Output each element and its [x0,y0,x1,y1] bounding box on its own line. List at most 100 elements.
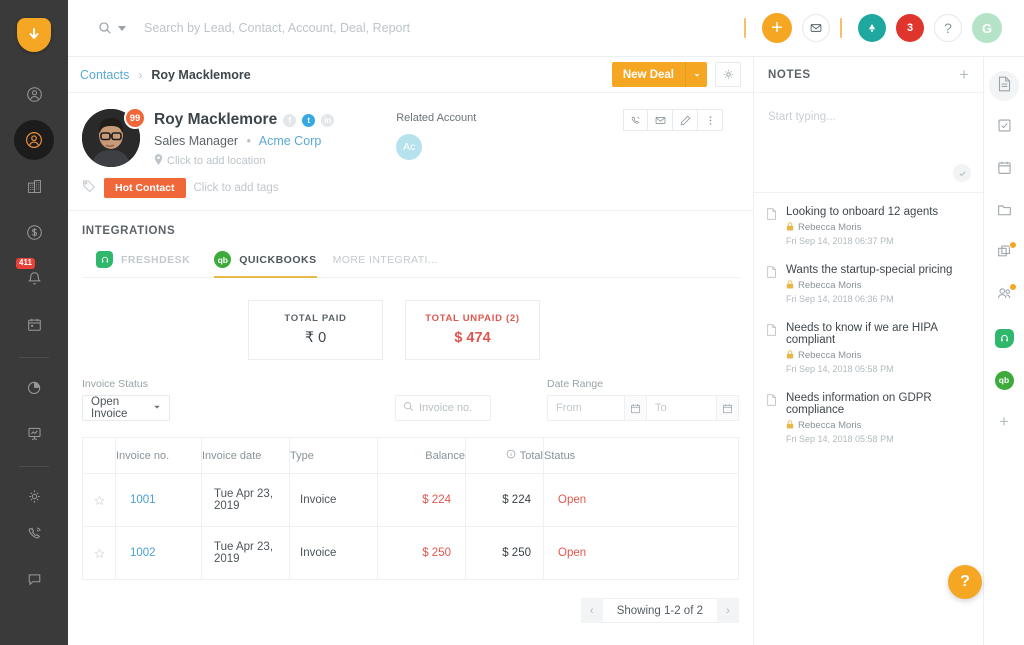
row-invoice-no[interactable]: 1001 [115,474,201,526]
contact-company[interactable]: Acme Corp [259,134,322,148]
call-button[interactable] [623,109,648,131]
edit-button[interactable] [673,109,698,131]
header-total-cell[interactable]: Total [465,438,543,473]
related-account-avatar[interactable]: Ac [396,134,423,160]
sidebar-item-deals[interactable] [14,212,54,252]
total-unpaid-card: TOTAL UNPAID (2) $ 474 [405,300,540,360]
facebook-icon[interactable]: f [283,113,297,127]
linkedin-icon[interactable]: in [321,113,335,127]
note-author: Rebecca Moris [798,222,862,233]
contact-detail-column: Contacts › Roy Macklemore New Deal 99 Ro… [68,57,754,645]
document-icon [997,76,1012,97]
list-item[interactable]: Wants the startup-special pricing Rebecc… [754,251,983,309]
tab-quickbooks[interactable]: qb QUICKBOOKS [206,251,332,278]
search-scope-chevron-down-icon[interactable] [118,25,126,31]
add-location-field[interactable]: Click to add location [154,154,334,168]
sidebar-item-settings[interactable] [14,476,54,516]
help-fab-button[interactable]: ? [948,565,982,599]
new-deal-chevron-down-icon[interactable] [685,62,707,87]
invoice-no-placeholder: Invoice no. [419,402,473,414]
header-type[interactable]: Type [289,438,377,473]
header-balance[interactable]: Balance [377,438,465,473]
add-note-button[interactable]: + [959,66,969,83]
more-button[interactable] [698,109,723,131]
checklist-icon [997,118,1012,138]
rail-item-notes[interactable] [989,71,1019,101]
help-button[interactable]: ? [934,14,962,42]
contact-avatar[interactable]: 99 [82,107,146,167]
rail-item-appointments[interactable] [989,155,1019,185]
row-invoice-no[interactable]: 1002 [115,527,201,579]
header-invoice-no[interactable]: Invoice no. [115,438,201,473]
sidebar-item-dashboard[interactable] [14,413,54,453]
search-input[interactable] [144,21,604,35]
save-note-check-icon[interactable] [953,164,971,182]
sidebar-item-phone[interactable] [14,513,54,553]
date-from-input[interactable]: From [547,395,625,421]
total-unpaid-label: TOTAL UNPAID (2) [425,313,520,324]
new-deal-button[interactable]: New Deal [611,62,685,87]
mail-button[interactable] [802,14,830,42]
contact-info: Roy Macklemore f t in Sales Manager • Ac… [154,109,335,168]
date-from-calendar-icon[interactable] [625,395,647,421]
sidebar-item-chat[interactable] [14,559,54,599]
date-to-calendar-icon[interactable] [717,395,739,421]
rail-item-tasks[interactable] [989,113,1019,143]
note-time: Fri Sep 14, 2018 05:58 PM [786,364,894,374]
rail-item-files[interactable] [989,197,1019,227]
lock-icon [786,420,794,431]
header-status[interactable]: Status [543,438,633,473]
top-divider [744,18,746,38]
more-integrations-link[interactable]: MORE INTEGRATI... [333,254,438,275]
rail-item-deals[interactable] [989,239,1019,269]
invoice-status-select[interactable]: Open Invoice [82,395,170,421]
tab-freshdesk[interactable]: FRESHDESK [82,251,206,277]
list-item[interactable]: Looking to onboard 12 agents Rebecca Mor… [754,193,983,251]
breadcrumb-parent[interactable]: Contacts [80,68,129,82]
pagination-next[interactable]: › [717,598,739,623]
twitter-icon[interactable]: t [302,113,316,127]
sidebar-item-leads[interactable] [14,120,54,160]
pagination: ‹ Showing 1-2 of 2 › [68,580,753,623]
filters-row: Invoice Status Open Invoice Invoice no. … [68,360,753,421]
page-title: Roy Macklemore [151,67,251,82]
teal-app-button[interactable] [858,14,886,42]
date-to-input[interactable]: To [647,395,717,421]
crm-app: 411 Search by Lead, Contact, Account, De… [0,0,1024,645]
app-logo[interactable] [17,18,51,52]
row-star-icon[interactable] [83,474,115,526]
sidebar-item-reports[interactable] [14,367,54,407]
add-button[interactable]: + [762,13,792,43]
sidebar-item-contacts-outline[interactable] [14,74,54,114]
tags-row: Hot Contact Click to add tags [68,168,753,211]
list-item[interactable]: Needs information on GDPR compliance Reb… [754,379,983,449]
row-balance: $ 250 [377,527,465,579]
rail-item-freshdesk[interactable] [989,323,1019,353]
invoices-table: Invoice no. Invoice date Type Balance To… [82,437,739,580]
search-icon [403,401,414,415]
note-editor[interactable]: Start typing... [754,93,983,193]
search-icon[interactable] [98,21,112,35]
table-row[interactable]: 1001 Tue Apr 23, 2019 Invoice $ 224 $ 22… [83,474,738,527]
list-item[interactable]: Needs to know if we are HIPA compliant R… [754,309,983,379]
rail-item-quickbooks[interactable]: qb [989,365,1019,395]
status-badge[interactable]: Hot Contact [104,178,186,198]
avatar[interactable]: G [972,13,1002,43]
header-invoice-date[interactable]: Invoice date [201,438,289,473]
pagination-prev[interactable]: ‹ [580,598,603,623]
row-star-icon[interactable] [83,527,115,579]
rail-item-contacts[interactable] [989,281,1019,311]
notifications-button[interactable]: 3 [896,14,924,42]
sidebar-item-notifications[interactable]: 411 [14,258,54,298]
note-author-row: Rebecca Moris [786,420,969,431]
add-tags-field[interactable]: Click to add tags [194,182,279,194]
settings-gear-button[interactable] [715,62,741,87]
email-button[interactable] [648,109,673,131]
top-divider-2 [840,18,842,38]
invoice-no-search[interactable]: Invoice no. [395,395,491,421]
sidebar-item-accounts[interactable] [14,166,54,206]
notes-panel: NOTES + Start typing... Looking to onboa… [754,57,984,645]
sidebar-item-calendar[interactable] [14,304,54,344]
rail-item-add-app[interactable]: + [989,407,1019,437]
table-row[interactable]: 1002 Tue Apr 23, 2019 Invoice $ 250 $ 25… [83,527,738,580]
